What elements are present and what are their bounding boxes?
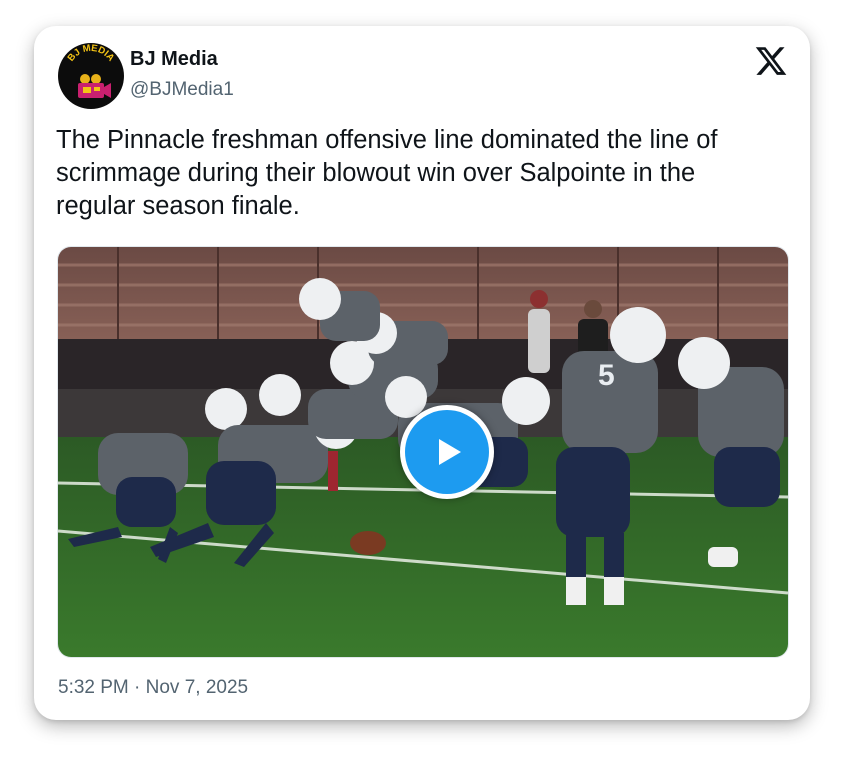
tweet-text: The Pinnacle freshman offensive line dom… [56, 126, 718, 220]
camera-icon: BJ MEDIA [66, 43, 117, 98]
avatar-text: BJ MEDIA [66, 43, 117, 64]
video-thumbnail[interactable]: 5 [57, 246, 789, 658]
author-handle[interactable]: @BJMedia1 [130, 79, 234, 101]
jersey-number: 5 [598, 359, 615, 392]
author-name[interactable]: BJ Media [130, 48, 218, 71]
svg-text:BJ MEDIA: BJ MEDIA [66, 43, 117, 64]
play-icon [405, 410, 489, 494]
x-logo-icon[interactable] [754, 44, 788, 78]
play-button[interactable] [400, 405, 494, 499]
tweet-card: BJ MEDIA BJ Media @BJMedia1 The Pinnacle… [34, 26, 810, 720]
avatar[interactable]: BJ MEDIA [58, 43, 124, 109]
tweet-timestamp[interactable]: 5:32 PM · Nov 7, 2025 [58, 677, 248, 699]
